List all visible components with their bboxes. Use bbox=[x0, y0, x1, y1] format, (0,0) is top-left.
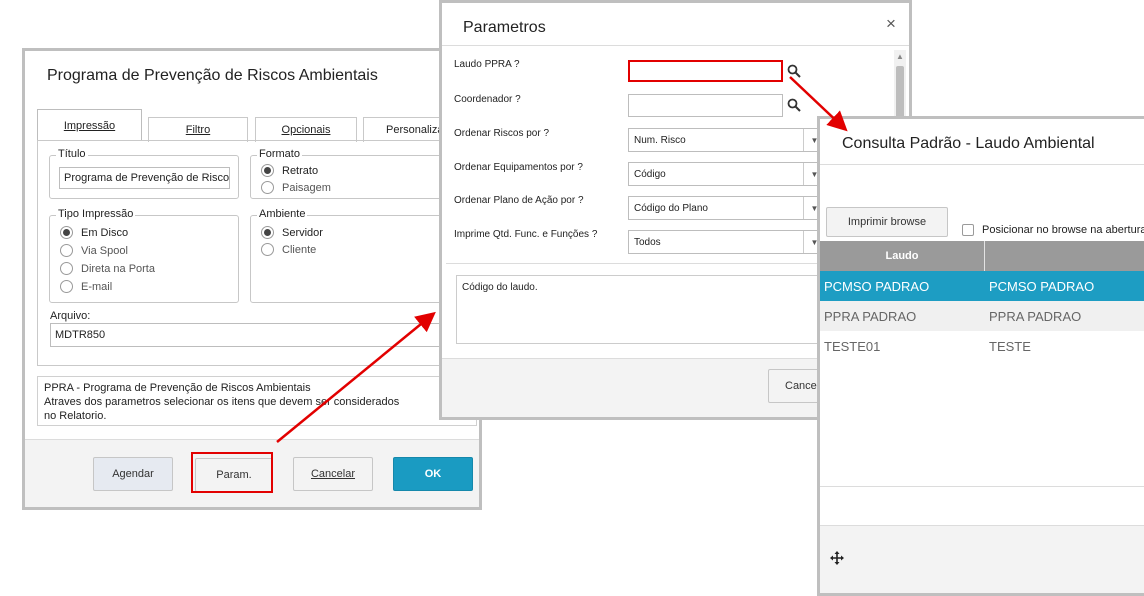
main-dialog: Programa de Prevenção de Riscos Ambienta… bbox=[22, 48, 482, 510]
tipo-impressao-fieldset: Tipo Impressão Em Disco Via Spool Direta… bbox=[49, 208, 239, 303]
column-header-laudo[interactable]: Laudo bbox=[820, 241, 985, 271]
radio-paisagem-label: Paisagem bbox=[282, 181, 331, 194]
radio-via-spool[interactable]: Via Spool bbox=[60, 244, 128, 257]
label-ordenar-equipamentos: Ordenar Equipamentos por ? bbox=[454, 162, 583, 173]
radio-em-disco-dot bbox=[60, 226, 73, 239]
parametros-title: Parametros bbox=[463, 19, 546, 36]
radio-retrato[interactable]: Retrato bbox=[261, 164, 318, 177]
tab-filtro-label: Filtro bbox=[185, 124, 211, 136]
move-icon[interactable] bbox=[830, 551, 844, 565]
label-imprime-qtd: Imprime Qtd. Func. e Funções ? bbox=[454, 229, 598, 240]
titulo-legend: Título bbox=[56, 148, 88, 160]
radio-em-disco[interactable]: Em Disco bbox=[60, 226, 128, 239]
radio-em-disco-label: Em Disco bbox=[81, 226, 129, 239]
radio-servidor[interactable]: Servidor bbox=[261, 226, 323, 239]
ordenar-plano-value: Código do Plano bbox=[634, 202, 708, 214]
label-coordenador: Coordenador ? bbox=[454, 94, 521, 105]
coordenador-input[interactable] bbox=[628, 94, 783, 117]
cancelar-button-label: Cancelar bbox=[310, 468, 356, 480]
row-cell-laudo: PPRA PADRAO bbox=[824, 308, 917, 324]
radio-retrato-dot bbox=[261, 164, 274, 177]
posicionar-checkbox[interactable]: Posicionar no browse na abertura bbox=[962, 224, 1144, 236]
titulo-input[interactable]: Programa de Prevenção de Risco bbox=[59, 167, 230, 189]
laudo-ppra-input[interactable] bbox=[628, 60, 783, 82]
checkbox-box bbox=[962, 224, 974, 236]
consulta-footer bbox=[820, 525, 1144, 593]
ordenar-riscos-select[interactable]: Num. Risco ▼ bbox=[628, 128, 826, 152]
radio-email-dot bbox=[60, 280, 73, 293]
ok-button[interactable]: OK bbox=[393, 457, 473, 491]
tab-impressao[interactable]: Impressão bbox=[37, 109, 142, 141]
radio-direta-porta[interactable]: Direta na Porta bbox=[60, 262, 155, 275]
column-header-2[interactable] bbox=[985, 241, 1144, 271]
consulta-dialog: Consulta Padrão - Laudo Ambiental Imprim… bbox=[817, 116, 1144, 596]
laudo-search-icon[interactable] bbox=[787, 64, 801, 78]
tab-personalizar-label: Personaliza bbox=[386, 124, 444, 136]
label-ordenar-plano: Ordenar Plano de Ação por ? bbox=[454, 195, 584, 206]
tab-impressao-label: Impressão bbox=[63, 119, 116, 132]
radio-paisagem-dot bbox=[261, 181, 274, 194]
row-cell-desc: TESTE bbox=[989, 338, 1031, 354]
tipo-impressao-legend: Tipo Impressão bbox=[56, 208, 136, 220]
coordenador-search-icon[interactable] bbox=[787, 98, 801, 112]
table-row[interactable]: TESTE01 TESTE bbox=[820, 331, 1144, 361]
tab-opcionais-label: Opcionais bbox=[281, 124, 331, 136]
radio-direta-porta-dot bbox=[60, 262, 73, 275]
table-bottom-line bbox=[820, 486, 1144, 487]
scroll-up-icon[interactable]: ▲ bbox=[896, 52, 904, 61]
titulo-fieldset: Título Programa de Prevenção de Risco bbox=[49, 148, 239, 199]
radio-retrato-label: Retrato bbox=[282, 164, 319, 177]
radio-cliente-label: Cliente bbox=[282, 243, 317, 256]
imprimir-browse-button[interactable]: Imprimir browse bbox=[826, 207, 948, 237]
main-dialog-title: Programa de Prevenção de Riscos Ambienta… bbox=[47, 67, 378, 84]
row-cell-laudo: PCMSO PADRAO bbox=[824, 278, 930, 294]
consulta-separator bbox=[820, 164, 1144, 165]
radio-servidor-label: Servidor bbox=[282, 226, 323, 239]
label-laudo-ppra: Laudo PPRA ? bbox=[454, 59, 520, 70]
table-row[interactable]: PPRA PADRAO PPRA PADRAO bbox=[820, 301, 1144, 331]
description-box: PPRA - Programa de Prevenção de Riscos A… bbox=[37, 376, 477, 426]
posicionar-label: Posicionar no browse na abertura bbox=[982, 224, 1144, 236]
radio-cliente[interactable]: Cliente bbox=[261, 243, 316, 256]
ambiente-legend: Ambiente bbox=[257, 208, 308, 220]
ordenar-riscos-value: Num. Risco bbox=[634, 134, 686, 146]
row-cell-desc: PPRA PADRAO bbox=[989, 308, 1082, 324]
param-separator bbox=[442, 45, 909, 46]
radio-via-spool-label: Via Spool bbox=[81, 244, 128, 257]
ordenar-equipamentos-value: Código bbox=[634, 168, 666, 180]
consulta-title: Consulta Padrão - Laudo Ambiental bbox=[842, 135, 1095, 152]
radio-direta-porta-label: Direta na Porta bbox=[81, 262, 155, 275]
param-highlight bbox=[191, 452, 273, 493]
imprime-qtd-value: Todos bbox=[634, 236, 661, 248]
tab-filtro[interactable]: Filtro bbox=[148, 117, 248, 142]
ordenar-plano-select[interactable]: Código do Plano ▼ bbox=[628, 196, 826, 220]
row-cell-laudo: TESTE01 bbox=[824, 338, 881, 354]
label-ordenar-riscos: Ordenar Riscos por ? bbox=[454, 128, 550, 139]
radio-cliente-dot bbox=[261, 243, 274, 256]
radio-paisagem[interactable]: Paisagem bbox=[261, 181, 331, 194]
description-line-3: no Relatorio. bbox=[44, 410, 107, 422]
tab-opcionais[interactable]: Opcionais bbox=[255, 117, 357, 142]
radio-email-label: E-mail bbox=[81, 280, 113, 293]
ordenar-equipamentos-select[interactable]: Código ▼ bbox=[628, 162, 826, 186]
table-row[interactable]: PCMSO PADRAO PCMSO PADRAO bbox=[820, 271, 1144, 301]
radio-email[interactable]: E-mail bbox=[60, 280, 112, 293]
arquivo-input[interactable]: MDTR850 bbox=[50, 323, 479, 347]
arquivo-label: Arquivo: bbox=[50, 310, 91, 322]
help-text: Código do laudo. bbox=[462, 282, 538, 293]
description-line-2: Atraves dos parametros selecionar os ite… bbox=[44, 396, 400, 408]
cancelar-button[interactable]: Cancelar bbox=[293, 457, 373, 491]
description-line-1: PPRA - Programa de Prevenção de Riscos A… bbox=[44, 382, 311, 394]
radio-servidor-dot bbox=[261, 226, 274, 239]
radio-via-spool-dot bbox=[60, 244, 73, 257]
imprime-qtd-select[interactable]: Todos ▼ bbox=[628, 230, 826, 254]
formato-legend: Formato bbox=[257, 148, 302, 160]
agendar-button[interactable]: Agendar bbox=[93, 457, 173, 491]
close-icon[interactable]: × bbox=[886, 14, 896, 34]
row-cell-desc: PCMSO PADRAO bbox=[989, 278, 1095, 294]
table-header: Laudo bbox=[820, 241, 1144, 271]
